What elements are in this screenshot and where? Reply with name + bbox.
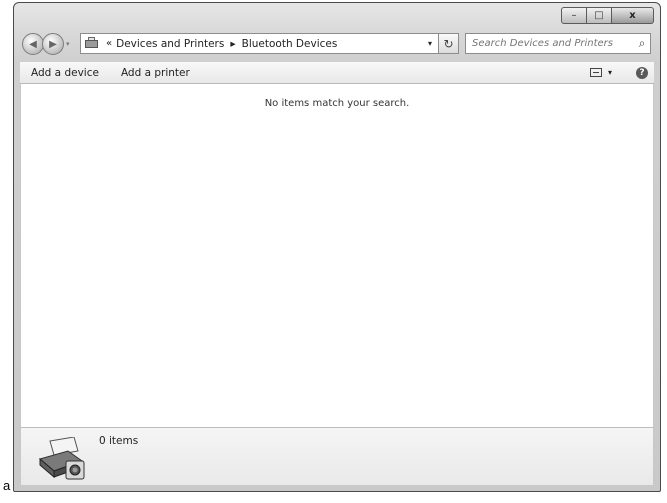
content-area[interactable]: No items match your search. <box>20 84 654 427</box>
navigation-buttons: ◀ ▶ ▾ <box>22 33 70 55</box>
help-icon[interactable]: ? <box>636 66 648 79</box>
maximize-button[interactable]: □ <box>587 7 612 24</box>
caption-buttons: – □ x <box>561 7 654 24</box>
breadcrumb-devices-and-printers[interactable]: Devices and Printers <box>116 38 224 50</box>
search-box[interactable]: ⌕ <box>465 33 651 54</box>
search-input[interactable] <box>466 37 634 50</box>
add-printer-button[interactable]: Add a printer <box>110 67 201 79</box>
details-pane: 0 items <box>20 427 654 485</box>
explorer-window: – □ x ◀ ▶ ▾ « Devices and Printers ▸ Blu… <box>13 2 661 492</box>
add-device-button[interactable]: Add a device <box>20 67 110 79</box>
forward-arrow-icon: ▶ <box>49 38 57 50</box>
refresh-icon: ↻ <box>443 36 454 51</box>
address-bar[interactable]: « Devices and Printers ▸ Bluetooth Devic… <box>80 33 439 54</box>
back-arrow-icon: ◀ <box>29 38 37 50</box>
close-icon: x <box>629 10 636 21</box>
command-bar-right: ▾ ? <box>589 66 654 79</box>
breadcrumb-overflow[interactable]: « <box>106 38 112 49</box>
devices-printers-icon <box>38 437 85 480</box>
breadcrumb-bluetooth-devices[interactable]: Bluetooth Devices <box>242 38 338 50</box>
refresh-button[interactable]: ↻ <box>439 33 459 54</box>
change-view-icon[interactable] <box>589 68 602 77</box>
empty-results-message: No items match your search. <box>264 98 410 109</box>
command-bar: Add a device Add a printer ▾ ? <box>20 61 654 84</box>
close-button[interactable]: x <box>612 7 654 24</box>
breadcrumb-separator-icon[interactable]: ▸ <box>230 38 235 50</box>
minimize-button[interactable]: – <box>561 7 587 24</box>
figure-label: a <box>3 478 11 493</box>
item-count: 0 items <box>99 435 139 447</box>
devices-printers-icon <box>84 36 100 51</box>
minimize-icon: – <box>571 10 577 21</box>
back-button[interactable]: ◀ <box>22 33 44 55</box>
address-dropdown-icon[interactable]: ▾ <box>428 39 432 48</box>
view-dropdown-icon[interactable]: ▾ <box>608 68 612 77</box>
forward-button[interactable]: ▶ <box>42 33 64 55</box>
maximize-icon: □ <box>594 10 604 21</box>
recent-pages-dropdown[interactable]: ▾ <box>66 40 70 48</box>
search-icon[interactable]: ⌕ <box>634 36 650 51</box>
